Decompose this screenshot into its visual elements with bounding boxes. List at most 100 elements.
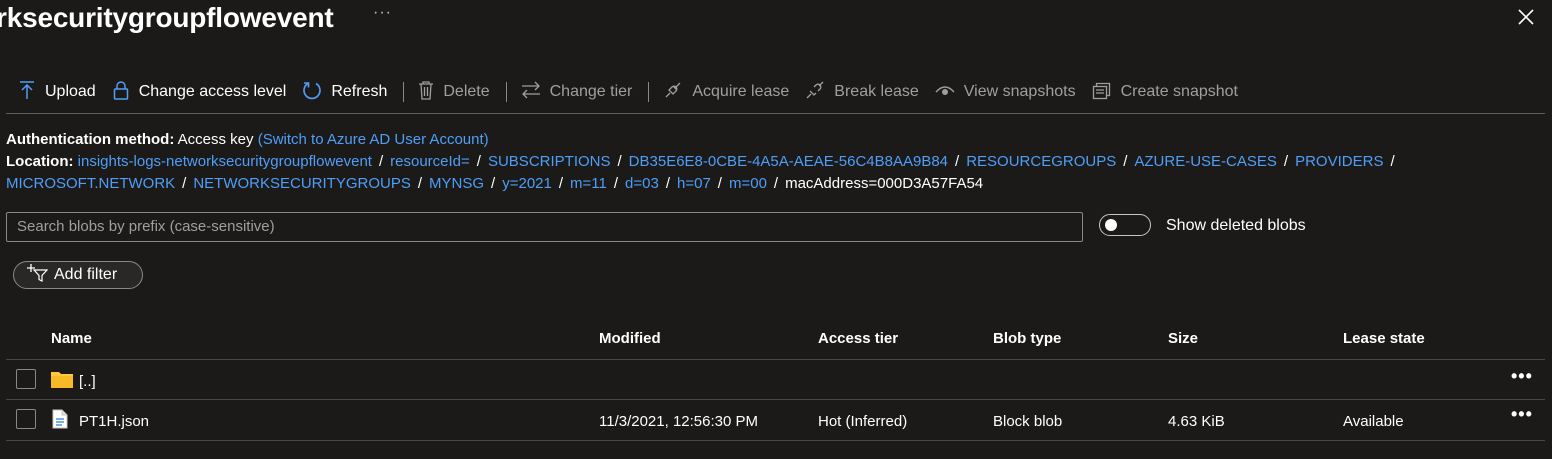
add-filter-button[interactable]: Add filter: [13, 261, 143, 289]
column-header-modified[interactable]: Modified: [599, 330, 661, 347]
column-header-access-tier[interactable]: Access tier: [818, 330, 898, 347]
acquire-lease-label: Acquire lease: [692, 83, 790, 100]
row-name[interactable]: PT1H.json: [79, 413, 149, 430]
breadcrumb-segment[interactable]: insights-logs-networksecuritygroupflowev…: [78, 153, 372, 170]
breadcrumb-segment[interactable]: m=11: [570, 175, 607, 192]
view-snapshots-button[interactable]: View snapshots: [929, 76, 1082, 108]
toggle-knob: [1105, 219, 1117, 231]
row-more-button[interactable]: •••: [1511, 366, 1533, 387]
breadcrumb-separator: /: [773, 175, 779, 192]
breadcrumb-separator: /: [717, 175, 722, 192]
breadcrumb-separator: /: [1283, 153, 1289, 170]
command-bar: Upload Change access level Refresh Delet…: [0, 76, 1545, 108]
column-header-lease-state[interactable]: Lease state: [1343, 330, 1425, 347]
location-label: Location:: [6, 153, 74, 170]
breadcrumb-separator: /: [558, 175, 564, 192]
breadcrumb-separator: /: [378, 153, 384, 170]
upload-icon: [18, 80, 45, 105]
breadcrumb-segment[interactable]: y=2021: [502, 175, 552, 192]
refresh-label: Refresh: [331, 83, 388, 100]
row-blob-type: Block blob: [993, 413, 1063, 430]
create-snapshot-label: Create snapshot: [1120, 83, 1238, 100]
show-deleted-label: Show deleted blobs: [1166, 217, 1306, 234]
table-row[interactable]: PT1H.json 11/3/2021, 12:56:30 PM Hot (In…: [0, 400, 1545, 440]
row-divider: [6, 440, 1545, 441]
breadcrumb-segment[interactable]: MYNSG: [429, 175, 484, 192]
row-modified: 11/3/2021, 12:56:30 PM: [599, 413, 759, 430]
refresh-button[interactable]: Refresh: [296, 76, 393, 108]
search-input[interactable]: [7, 213, 1077, 239]
column-header-name[interactable]: Name: [51, 330, 92, 347]
change-access-level-label: Change access level: [138, 83, 287, 100]
breadcrumb-separator: /: [613, 175, 619, 192]
breadcrumb-separator: /: [417, 175, 423, 192]
breadcrumb-current: macAddress=000D3A57FA54: [785, 175, 984, 192]
breadcrumb-segment[interactable]: m=00: [729, 175, 767, 192]
add-filter-label: Add filter: [54, 266, 118, 283]
swap-icon: [521, 81, 550, 104]
breadcrumb-segment[interactable]: AZURE-USE-CASES: [1134, 153, 1277, 170]
row-access-tier: Hot (Inferred): [818, 413, 908, 430]
auth-method-line: Authentication method: Access key (Switc…: [6, 131, 489, 148]
folder-icon: [51, 370, 73, 392]
upload-label: Upload: [45, 83, 96, 100]
change-tier-label: Change tier: [549, 83, 633, 100]
breadcrumb-segment[interactable]: h=07: [677, 175, 711, 192]
breadcrumb-separator: /: [476, 153, 481, 170]
more-options-button[interactable]: ···: [373, 4, 392, 22]
location-line-continued: MICROSOFT.NETWORK / NETWORKSECURITYGROUPS /…: [6, 175, 983, 192]
breadcrumb-separator: /: [955, 153, 960, 170]
row-more-button[interactable]: •••: [1511, 404, 1533, 425]
row-lease-state: Available: [1343, 413, 1404, 430]
close-icon[interactable]: [1515, 6, 1537, 28]
lock-icon: [112, 80, 139, 105]
breadcrumb-segment[interactable]: DB35E6E8-0CBE-4A5A-AEAE-56C4B8AA9B84: [629, 153, 948, 170]
break-lease-button[interactable]: Break lease: [799, 76, 925, 108]
column-header-size[interactable]: Size: [1168, 330, 1198, 347]
file-icon: [52, 409, 68, 433]
location-line: Location: insights-logs-networksecurityg…: [6, 153, 1402, 170]
auth-method-label: Authentication method:: [6, 131, 175, 148]
breadcrumb-separator: /: [491, 175, 496, 192]
toolbar-separator: [505, 82, 507, 102]
refresh-icon: [302, 80, 331, 105]
breadcrumb-segment[interactable]: MICROSOFT.NETWORK: [6, 175, 175, 192]
broken-link-icon: [805, 80, 834, 105]
create-snapshot-button[interactable]: Create snapshot: [1086, 76, 1244, 108]
link-icon: [663, 80, 692, 105]
breadcrumb-separator: /: [665, 175, 670, 192]
row-checkbox[interactable]: [16, 369, 36, 389]
delete-button[interactable]: Delete: [412, 76, 495, 108]
acquire-lease-button[interactable]: Acquire lease: [657, 76, 795, 108]
view-snapshots-label: View snapshots: [963, 83, 1076, 100]
switch-auth-link[interactable]: (Switch to Azure AD User Account): [258, 131, 489, 148]
row-name[interactable]: [..]: [79, 373, 96, 390]
row-checkbox[interactable]: [16, 409, 36, 429]
breadcrumb-segment[interactable]: NETWORKSECURITYGROUPS: [193, 175, 411, 192]
breadcrumb-separator: /: [182, 175, 187, 192]
eye-icon: [935, 83, 964, 102]
show-deleted-toggle[interactable]: [1099, 214, 1151, 236]
snapshot-icon: [1092, 80, 1121, 105]
breadcrumb-segment[interactable]: RESOURCEGROUPS: [966, 153, 1116, 170]
change-tier-button[interactable]: Change tier: [515, 76, 639, 108]
change-access-level-button[interactable]: Change access level: [106, 76, 293, 108]
page-title: rksecuritygroupflowevent: [0, 2, 334, 33]
row-size: 4.63 KiB: [1168, 413, 1225, 430]
toolbar-divider: [6, 113, 1545, 114]
column-header-blob-type[interactable]: Blob type: [993, 330, 1061, 347]
breadcrumb-separator: /: [1390, 153, 1395, 170]
breadcrumb-segment[interactable]: PROVIDERS: [1295, 153, 1383, 170]
auth-method-value: Access key: [177, 131, 254, 148]
toolbar-separator: [648, 82, 650, 102]
search-box: [6, 212, 1083, 242]
breadcrumb-separator: /: [1123, 153, 1128, 170]
breadcrumb-segment[interactable]: d=03: [625, 175, 659, 192]
upload-button[interactable]: Upload: [12, 76, 102, 108]
table-row[interactable]: [..] •••: [0, 360, 1545, 399]
breadcrumb-segment[interactable]: SUBSCRIPTIONS: [488, 153, 611, 170]
breadcrumb-segment[interactable]: resourceId=: [390, 153, 470, 170]
toolbar-separator: [403, 82, 405, 102]
delete-label: Delete: [443, 83, 490, 100]
break-lease-label: Break lease: [834, 83, 919, 100]
